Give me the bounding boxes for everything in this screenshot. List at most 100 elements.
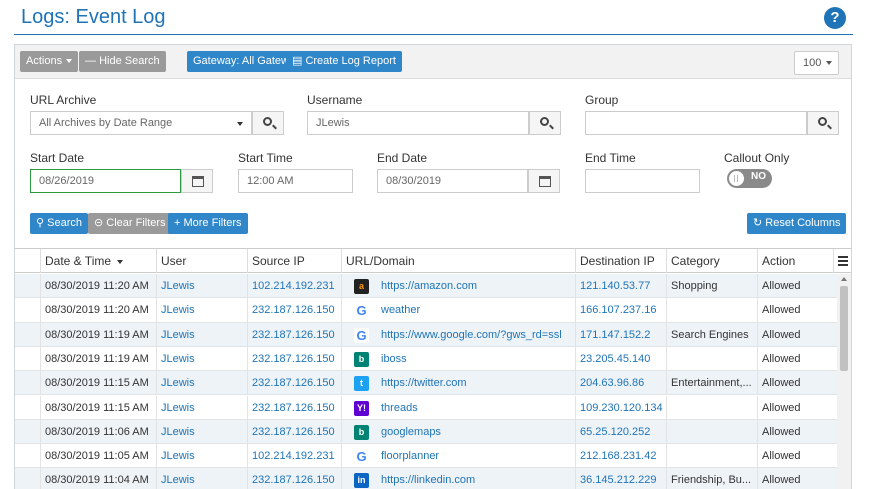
column-header-category[interactable]: Category <box>666 249 757 273</box>
more-filters-button[interactable]: + More Filters <box>168 213 248 234</box>
group-field[interactable] <box>585 111 807 135</box>
cell-dest-ip[interactable]: 65.25.120.252 <box>575 419 666 444</box>
cell-user[interactable]: JLewis <box>156 419 247 444</box>
user-value[interactable]: JLewis <box>161 329 195 341</box>
cell-dest-ip[interactable]: 109.230.120.134 <box>575 395 666 420</box>
source-ip-value[interactable]: 102.214.192.231 <box>252 450 335 462</box>
cell-url[interactable]: Ghttps://www.google.com/?gws_rd=ssl <box>341 322 575 347</box>
cell-dest-ip[interactable]: 171.147.152.2 <box>575 322 666 347</box>
user-value[interactable]: JLewis <box>161 353 195 365</box>
dest-ip-value[interactable]: 23.205.45.140 <box>580 353 650 365</box>
start-date-calendar-button[interactable] <box>181 169 213 193</box>
dest-ip-value[interactable]: 36.145.212.229 <box>580 474 656 486</box>
table-scrollbar[interactable] <box>837 274 851 489</box>
scroll-up-icon[interactable] <box>841 277 847 281</box>
url-value[interactable]: weather <box>381 304 420 316</box>
cell-source-ip[interactable]: 102.214.192.231 <box>247 274 341 298</box>
source-ip-value[interactable]: 102.214.192.231 <box>252 280 335 292</box>
cell-source-ip[interactable]: 232.187.126.150 <box>247 298 341 323</box>
cell-user[interactable]: JLewis <box>156 274 247 298</box>
username-field[interactable]: JLewis <box>307 111 529 135</box>
cell-url[interactable]: Y! threads <box>341 395 575 420</box>
dest-ip-value[interactable]: 171.147.152.2 <box>580 329 650 341</box>
source-ip-value[interactable]: 232.187.126.150 <box>252 426 335 438</box>
url-value[interactable]: https://www.google.com/?gws_rd=ssl <box>381 329 562 341</box>
cell-source-ip[interactable]: 102.214.192.231 <box>247 444 341 469</box>
source-ip-value[interactable]: 232.187.126.150 <box>252 329 335 341</box>
cell-user[interactable]: JLewis <box>156 395 247 420</box>
source-ip-value[interactable]: 232.187.126.150 <box>252 474 335 486</box>
source-ip-value[interactable]: 232.187.126.150 <box>252 304 335 316</box>
dest-ip-value[interactable]: 65.25.120.252 <box>580 426 650 438</box>
cell-user[interactable]: JLewis <box>156 298 247 323</box>
end-time-field[interactable] <box>585 169 700 193</box>
cell-user[interactable]: JLewis <box>156 444 247 469</box>
table-row[interactable]: 08/30/2019 11:19 AM JLewis 232.187.126.150… <box>15 322 837 347</box>
cell-url[interactable]: Gweather <box>341 298 575 323</box>
user-value[interactable]: JLewis <box>161 450 195 462</box>
table-row[interactable]: 08/30/2019 11:19 AM JLewis 232.187.126.150… <box>15 346 837 372</box>
search-button[interactable]: ⚲ Search <box>30 213 88 234</box>
cell-user[interactable]: JLewis <box>156 468 247 489</box>
help-icon[interactable]: ? <box>824 7 846 29</box>
table-row[interactable]: 08/30/2019 11:15 AM JLewis 232.187.126.150… <box>15 395 837 420</box>
hide-search-button[interactable]: — Hide Search <box>79 51 166 72</box>
url-value[interactable]: https://linkedin.com <box>381 474 475 486</box>
cell-dest-ip[interactable]: 212.168.231.42 <box>575 444 666 469</box>
cell-source-ip[interactable]: 232.187.126.150 <box>247 322 341 347</box>
table-row[interactable]: 08/30/2019 11:04 AM JLewis 232.187.126.150… <box>15 468 837 489</box>
cell-source-ip[interactable]: 232.187.126.150 <box>247 371 341 396</box>
url-value[interactable]: https://twitter.com <box>381 377 467 389</box>
start-time-field[interactable]: 12:00 AM <box>238 169 353 193</box>
actions-button[interactable]: Actions <box>20 51 79 72</box>
user-value[interactable]: JLewis <box>161 402 195 414</box>
username-search-button[interactable] <box>529 111 561 135</box>
cell-url[interactable]: b iboss <box>341 346 575 371</box>
table-row[interactable]: 08/30/2019 11:15 AM JLewis 232.187.126.150… <box>15 371 837 396</box>
dest-ip-value[interactable]: 121.140.53.77 <box>580 280 650 292</box>
cell-user[interactable]: JLewis <box>156 371 247 396</box>
page-size-select[interactable]: 100 <box>794 51 839 75</box>
user-value[interactable]: JLewis <box>161 474 195 486</box>
column-menu-icon[interactable] <box>833 249 851 273</box>
cell-dest-ip[interactable]: 166.107.237.16 <box>575 298 666 323</box>
cell-source-ip[interactable]: 232.187.126.150 <box>247 419 341 444</box>
cell-dest-ip[interactable]: 23.205.45.140 <box>575 346 666 371</box>
group-search-button[interactable] <box>807 111 839 135</box>
table-row[interactable]: 08/30/2019 11:05 AM JLewis 102.214.192.231… <box>15 444 837 469</box>
url-value[interactable]: https://amazon.com <box>381 280 477 292</box>
table-row[interactable]: 08/30/2019 11:06 AM JLewis 232.187.126.150… <box>15 419 837 445</box>
cell-url[interactable]: t https://twitter.com <box>341 371 575 396</box>
dest-ip-value[interactable]: 109.230.120.134 <box>580 402 663 414</box>
source-ip-value[interactable]: 232.187.126.150 <box>252 353 335 365</box>
source-ip-value[interactable]: 232.187.126.150 <box>252 377 335 389</box>
cell-url[interactable]: b googlemaps <box>341 419 575 444</box>
reset-columns-button[interactable]: ↻ Reset Columns <box>747 213 847 234</box>
scrollbar-thumb[interactable] <box>840 286 848 371</box>
column-header-user[interactable]: User <box>156 249 247 273</box>
user-value[interactable]: JLewis <box>161 280 195 292</box>
cell-url[interactable]: a https://amazon.com <box>341 274 575 298</box>
create-log-report-button[interactable]: ▤ Create Log Report <box>286 51 402 72</box>
user-value[interactable]: JLewis <box>161 304 195 316</box>
cell-source-ip[interactable]: 232.187.126.150 <box>247 346 341 371</box>
cell-dest-ip[interactable]: 36.145.212.229 <box>575 468 666 489</box>
table-row[interactable]: 08/30/2019 11:20 AM JLewis 102.214.192.231… <box>15 274 837 299</box>
user-value[interactable]: JLewis <box>161 426 195 438</box>
end-date-field[interactable]: 08/30/2019 <box>377 169 528 193</box>
column-header-datetime[interactable]: Date & Time <box>40 249 156 273</box>
cell-user[interactable]: JLewis <box>156 322 247 347</box>
end-date-calendar-button[interactable] <box>528 169 560 193</box>
cell-user[interactable]: JLewis <box>156 346 247 371</box>
column-header-url[interactable]: URL/Domain <box>341 249 575 273</box>
dest-ip-value[interactable]: 204.63.96.86 <box>580 377 644 389</box>
cell-source-ip[interactable]: 232.187.126.150 <box>247 395 341 420</box>
column-header-destination-ip[interactable]: Destination IP <box>575 249 666 273</box>
source-ip-value[interactable]: 232.187.126.150 <box>252 402 335 414</box>
dest-ip-value[interactable]: 166.107.237.16 <box>580 304 656 316</box>
dest-ip-value[interactable]: 212.168.231.42 <box>580 450 656 462</box>
cell-dest-ip[interactable]: 204.63.96.86 <box>575 371 666 396</box>
callout-only-toggle[interactable]: NO <box>727 169 772 188</box>
url-value[interactable]: threads <box>381 402 418 414</box>
table-row[interactable]: 08/30/2019 11:20 AM JLewis 232.187.126.150… <box>15 298 837 323</box>
